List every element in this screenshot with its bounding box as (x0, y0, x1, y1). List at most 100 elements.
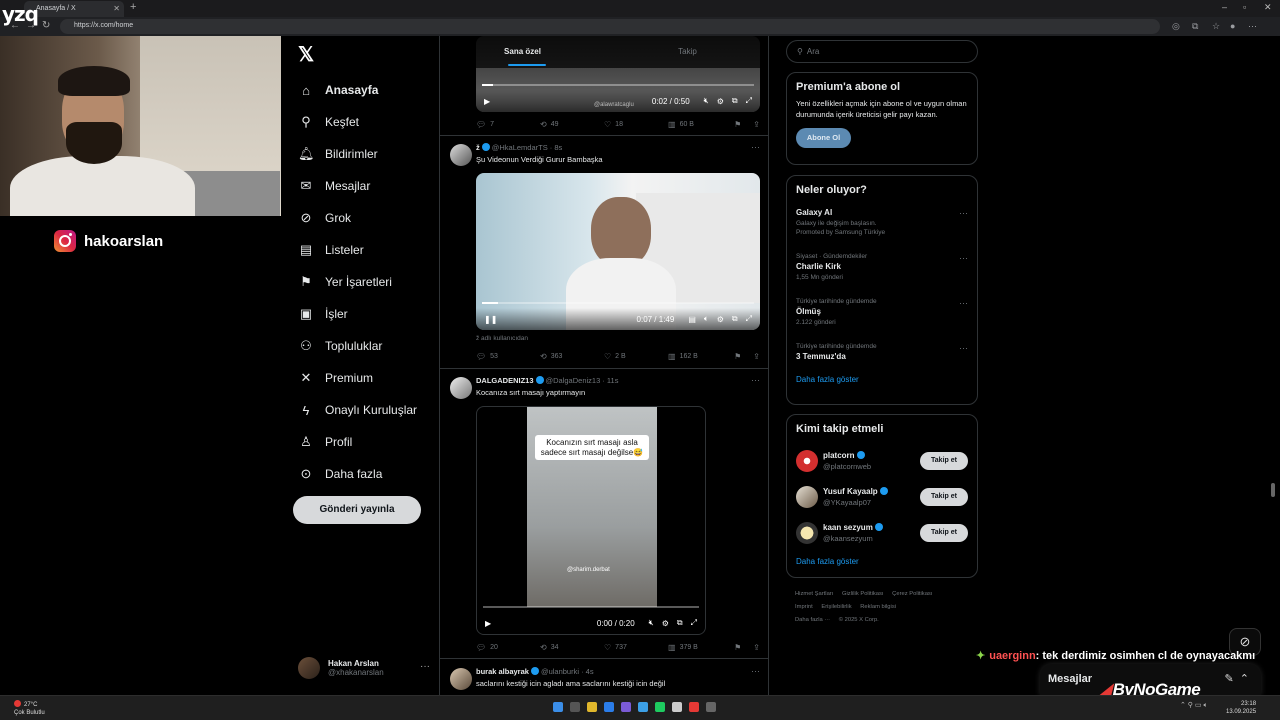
share-icon[interactable]: ⇪ (753, 352, 760, 361)
sidebar-item-home[interactable]: ⌂ Anasayfa (298, 74, 417, 106)
tweet[interactable]: burak albayrak @ulanburki · 4s ··· saclar… (440, 660, 768, 695)
pause-icon[interactable]: ❚❚ (484, 315, 497, 324)
trend-item[interactable]: Türkiye tarihinde gündemde Ölmüş 2.122 g… (796, 298, 968, 343)
share-icon[interactable]: ⇪ (753, 643, 760, 652)
volume-icon[interactable]: 🔈︎ (704, 314, 709, 324)
edge-icon[interactable] (604, 702, 614, 712)
like-button[interactable]: ♡ 2 B (604, 352, 668, 361)
browser-tab[interactable]: Anasayfa / X ✕ (24, 1, 124, 17)
clock[interactable]: 23:18 13.09.2025 (1226, 700, 1256, 716)
avatar[interactable] (450, 377, 472, 399)
maximize-icon[interactable]: ▫ (1243, 2, 1246, 12)
follow-suggestion[interactable]: Yusuf Kayaalp @YKayaalp07 Takip et (796, 479, 968, 515)
sidebar-item-jobs[interactable]: ▣ İşler (298, 298, 417, 330)
bookmark-icon[interactable]: ⚑ (734, 352, 741, 361)
trend-item[interactable]: Siyaset · Gündemdekiler Charlie Kirk 1,5… (796, 253, 968, 298)
app-icon[interactable] (672, 702, 682, 712)
pip-icon[interactable]: ⧉ (677, 618, 683, 628)
bookmark-icon[interactable]: ⚑ (734, 120, 741, 129)
close-window-icon[interactable]: ✕ (1264, 2, 1272, 13)
tab-following[interactable]: Takip (605, 36, 768, 68)
footer-link[interactable]: Gizlilik Politikası (842, 591, 884, 597)
share-icon[interactable]: ⇪ (753, 120, 760, 129)
profile-icon[interactable]: ● (1230, 21, 1235, 31)
address-bar[interactable]: https://x.com/home (60, 19, 1160, 34)
like-button[interactable]: ♡ 737 (604, 643, 668, 652)
app-icon[interactable] (706, 702, 716, 712)
fullscreen-icon[interactable]: ⤢ (746, 96, 752, 106)
puzzle-icon[interactable]: ⧉ (1192, 21, 1198, 32)
show-more-link[interactable]: Daha fazla göster (796, 557, 977, 566)
tweet-author[interactable]: DALGADENIZ13 (476, 376, 534, 385)
footer-link[interactable]: Reklam bilgisi (860, 604, 896, 610)
views-button[interactable]: ▥ 379 B (668, 643, 732, 652)
like-button[interactable]: ♡ 18 (604, 120, 668, 129)
extension-icon[interactable]: ◎ (1172, 21, 1180, 32)
sidebar-item-messages[interactable]: ✉ Mesajlar (298, 170, 417, 202)
more-icon[interactable]: ··· (959, 253, 968, 263)
views-button[interactable]: ▥ 162 B (668, 352, 732, 361)
tweet-author[interactable]: ž (476, 143, 480, 152)
sidebar-item-verified-orgs[interactable]: ϟ Onaylı Kuruluşlar (298, 394, 418, 426)
trend-item[interactable]: Türkiye tarihinde gündemde 3 Temmuz'da ·… (796, 343, 968, 375)
tweet-video[interactable]: ❚❚ 0:07 / 1:49 ▤ 🔈︎ ⚙ ⧉ ⤢ (476, 173, 760, 330)
pip-icon[interactable]: ⧉ (732, 96, 738, 106)
sidebar-item-communities[interactable]: ⚇ Topluluklar (298, 330, 417, 362)
favorites-icon[interactable]: ☆ (1212, 21, 1220, 32)
more-icon[interactable]: ··· (959, 208, 968, 218)
more-icon[interactable]: ··· (959, 343, 968, 353)
tweet-video[interactable]: Kocanızın sırt masajı asla sadece sırt m… (476, 406, 706, 635)
file-explorer-icon[interactable] (587, 702, 597, 712)
weather-widget[interactable]: 27°C Çok Bulutlu (14, 700, 45, 717)
mute-icon[interactable]: 🔇︎ (704, 96, 709, 106)
follow-button[interactable]: Takip et (920, 524, 968, 542)
captions-icon[interactable]: ▤ (688, 315, 696, 324)
more-icon[interactable]: ··· (420, 661, 430, 672)
tab-close-icon[interactable]: ✕ (113, 4, 120, 13)
settings-icon[interactable]: ⚙ (662, 619, 669, 628)
avatar[interactable] (450, 668, 472, 690)
show-more-link[interactable]: Daha fazla göster (796, 375, 977, 384)
sidebar-item-lists[interactable]: ▤ Listeler (298, 234, 417, 266)
sidebar-item-premium[interactable]: ✕ Premium (298, 362, 417, 394)
repost-button[interactable]: ⟲ 49 (540, 120, 604, 129)
settings-icon[interactable]: ⚙ (717, 315, 724, 324)
avatar[interactable] (450, 144, 472, 166)
sidebar-item-grok[interactable]: ⊘ Grok (298, 202, 417, 234)
sidebar-item-notifications[interactable]: 🔔︎ Bildirimler (298, 138, 417, 170)
follow-suggestion[interactable]: platcorn @platcornweb Takip et (796, 443, 968, 479)
tweet[interactable]: ž @HkaLemdarTS · 8s ··· Şu Videonun Verdi… (440, 136, 768, 369)
sidebar-item-more[interactable]: ⊙ Daha fazla (298, 458, 417, 490)
more-icon[interactable]: ··· (959, 298, 968, 308)
app-icon[interactable] (638, 702, 648, 712)
app-icon[interactable] (655, 702, 665, 712)
settings-icon[interactable]: ⚙ (717, 97, 724, 106)
footer-link[interactable]: Daha fazla ··· (795, 617, 830, 623)
play-icon[interactable]: ▶ (485, 619, 491, 628)
more-icon[interactable]: ··· (751, 666, 760, 676)
sidebar-item-profile[interactable]: ♙ Profil (298, 426, 417, 458)
sidebar-item-bookmarks[interactable]: ⚑ Yer İşaretleri (298, 266, 417, 298)
footer-link[interactable]: Erişilebilirlik (821, 604, 851, 610)
play-icon[interactable]: ▶ (484, 97, 490, 106)
tab-for-you[interactable]: Sana özel (440, 36, 605, 68)
subscribe-button[interactable]: Abone Ol (796, 128, 851, 148)
fullscreen-icon[interactable]: ⤢ (691, 618, 697, 628)
repost-button[interactable]: ⟲ 363 (540, 352, 604, 361)
follow-suggestion[interactable]: kaan sezyum @kaansezyum Takip et (796, 515, 968, 551)
account-switcher[interactable]: Hakan Arslan @xhakanarslan ··· (298, 657, 430, 679)
reply-button[interactable]: 💬︎ 20 (476, 643, 540, 652)
tweet[interactable]: DALGADENIZ13 @DalgaDeniz13 · 11s ··· Koca… (440, 369, 768, 659)
minimize-icon[interactable]: – (1222, 2, 1227, 12)
tweet-author[interactable]: burak albayrak (476, 667, 529, 676)
follow-button[interactable]: Takip et (920, 488, 968, 506)
pip-icon[interactable]: ⧉ (732, 314, 738, 324)
video-progress[interactable] (482, 84, 754, 86)
x-logo-icon[interactable]: 𝕏 (298, 42, 314, 67)
reply-button[interactable]: 💬︎ 7 (476, 120, 540, 129)
chevron-up-icon[interactable]: ⌃ (1240, 673, 1249, 685)
more-icon[interactable]: ··· (751, 375, 760, 385)
app-icon[interactable] (689, 702, 699, 712)
new-tab-icon[interactable]: + (130, 1, 136, 13)
system-tray[interactable]: ⌃ ⚲ ▭ 🔈︎ (1180, 701, 1208, 710)
